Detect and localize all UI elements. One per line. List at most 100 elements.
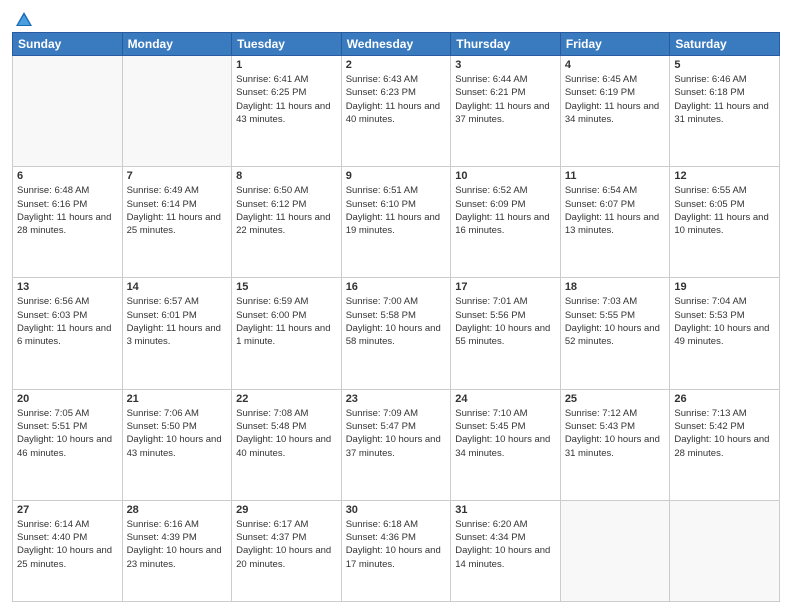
- day-number: 13: [17, 281, 118, 293]
- day-info: Sunrise: 6:14 AM Sunset: 4:40 PM Dayligh…: [17, 518, 118, 571]
- calendar-cell: [560, 500, 670, 601]
- logo: [12, 10, 34, 26]
- weekday-monday: Monday: [122, 33, 232, 56]
- calendar-cell: 2 Sunrise: 6:43 AM Sunset: 6:23 PM Daylig…: [341, 56, 451, 167]
- day-info: Sunrise: 7:12 AM Sunset: 5:43 PM Dayligh…: [565, 407, 666, 460]
- calendar-cell: 24Sunrise: 7:10 AM Sunset: 5:45 PM Dayli…: [451, 389, 561, 500]
- day-number: 17: [455, 281, 556, 293]
- calendar-cell: 19 Sunrise: 7:04 AM Sunset: 5:53 PM Dayli…: [670, 278, 780, 389]
- day-number: 28: [127, 504, 228, 516]
- day-info: Sunrise: 7:10 AM Sunset: 5:45 PM Dayligh…: [455, 407, 556, 460]
- day-number: 3: [455, 59, 556, 71]
- day-info: Sunrise: 6:57 AM Sunset: 6:01 PM Dayligh…: [127, 295, 228, 348]
- day-info: Sunrise: 6:43 AM Sunset: 6:23 PM Dayligh…: [346, 73, 447, 126]
- calendar-cell: 3 Sunrise: 6:44 AM Sunset: 6:21 PM Daylig…: [451, 56, 561, 167]
- day-number: 27: [17, 504, 118, 516]
- day-info: Sunrise: 7:08 AM Sunset: 5:48 PM Dayligh…: [236, 407, 337, 460]
- calendar-table: SundayMondayTuesdayWednesdayThursdayFrid…: [12, 32, 780, 602]
- calendar-cell: 22 Sunrise: 7:08 AM Sunset: 5:48 PM Dayli…: [232, 389, 342, 500]
- day-info: Sunrise: 7:13 AM Sunset: 5:42 PM Dayligh…: [674, 407, 775, 460]
- day-info: Sunrise: 7:09 AM Sunset: 5:47 PM Dayligh…: [346, 407, 447, 460]
- day-number: 21: [127, 393, 228, 405]
- day-info: Sunrise: 7:00 AM Sunset: 5:58 PM Dayligh…: [346, 295, 447, 348]
- calendar-cell: 25Sunrise: 7:12 AM Sunset: 5:43 PM Dayli…: [560, 389, 670, 500]
- calendar-cell: 10 Sunrise: 6:52 AM Sunset: 6:09 PM Dayli…: [451, 167, 561, 278]
- day-number: 26: [674, 393, 775, 405]
- calendar-cell: 8Sunrise: 6:50 AM Sunset: 6:12 PM Daylig…: [232, 167, 342, 278]
- day-info: Sunrise: 6:44 AM Sunset: 6:21 PM Dayligh…: [455, 73, 556, 126]
- day-info: Sunrise: 7:04 AM Sunset: 5:53 PM Dayligh…: [674, 295, 775, 348]
- week-row-4: 20 Sunrise: 7:05 AM Sunset: 5:51 PM Dayli…: [13, 389, 780, 500]
- weekday-friday: Friday: [560, 33, 670, 56]
- day-info: Sunrise: 6:45 AM Sunset: 6:19 PM Dayligh…: [565, 73, 666, 126]
- day-number: 4: [565, 59, 666, 71]
- day-number: 19: [674, 281, 775, 293]
- day-number: 30: [346, 504, 447, 516]
- day-number: 1: [236, 59, 337, 71]
- day-number: 22: [236, 393, 337, 405]
- day-number: 16: [346, 281, 447, 293]
- calendar-cell: 20 Sunrise: 7:05 AM Sunset: 5:51 PM Dayli…: [13, 389, 123, 500]
- day-info: Sunrise: 6:56 AM Sunset: 6:03 PM Dayligh…: [17, 295, 118, 348]
- calendar-cell: 18Sunrise: 7:03 AM Sunset: 5:55 PM Dayli…: [560, 278, 670, 389]
- calendar-cell: 23 Sunrise: 7:09 AM Sunset: 5:47 PM Dayli…: [341, 389, 451, 500]
- day-number: 15: [236, 281, 337, 293]
- day-number: 9: [346, 170, 447, 182]
- calendar-cell: 29 Sunrise: 6:17 AM Sunset: 4:37 PM Dayli…: [232, 500, 342, 601]
- calendar-cell: [13, 56, 123, 167]
- day-info: Sunrise: 6:55 AM Sunset: 6:05 PM Dayligh…: [674, 184, 775, 237]
- calendar-cell: 4 Sunrise: 6:45 AM Sunset: 6:19 PM Daylig…: [560, 56, 670, 167]
- calendar-cell: 5Sunrise: 6:46 AM Sunset: 6:18 PM Daylig…: [670, 56, 780, 167]
- day-number: 7: [127, 170, 228, 182]
- day-info: Sunrise: 6:50 AM Sunset: 6:12 PM Dayligh…: [236, 184, 337, 237]
- day-info: Sunrise: 6:48 AM Sunset: 6:16 PM Dayligh…: [17, 184, 118, 237]
- day-info: Sunrise: 6:18 AM Sunset: 4:36 PM Dayligh…: [346, 518, 447, 571]
- weekday-sunday: Sunday: [13, 33, 123, 56]
- day-number: 10: [455, 170, 556, 182]
- weekday-thursday: Thursday: [451, 33, 561, 56]
- day-info: Sunrise: 6:49 AM Sunset: 6:14 PM Dayligh…: [127, 184, 228, 237]
- calendar-cell: 27 Sunrise: 6:14 AM Sunset: 4:40 PM Dayli…: [13, 500, 123, 601]
- weekday-tuesday: Tuesday: [232, 33, 342, 56]
- week-row-3: 13 Sunrise: 6:56 AM Sunset: 6:03 PM Dayli…: [13, 278, 780, 389]
- day-info: Sunrise: 7:01 AM Sunset: 5:56 PM Dayligh…: [455, 295, 556, 348]
- week-row-1: 1Sunrise: 6:41 AM Sunset: 6:25 PM Daylig…: [13, 56, 780, 167]
- day-info: Sunrise: 7:06 AM Sunset: 5:50 PM Dayligh…: [127, 407, 228, 460]
- calendar-cell: 12 Sunrise: 6:55 AM Sunset: 6:05 PM Dayli…: [670, 167, 780, 278]
- day-info: Sunrise: 6:51 AM Sunset: 6:10 PM Dayligh…: [346, 184, 447, 237]
- week-row-2: 6Sunrise: 6:48 AM Sunset: 6:16 PM Daylig…: [13, 167, 780, 278]
- weekday-header-row: SundayMondayTuesdayWednesdayThursdayFrid…: [13, 33, 780, 56]
- day-info: Sunrise: 6:54 AM Sunset: 6:07 PM Dayligh…: [565, 184, 666, 237]
- calendar-cell: 14 Sunrise: 6:57 AM Sunset: 6:01 PM Dayli…: [122, 278, 232, 389]
- day-number: 18: [565, 281, 666, 293]
- calendar-cell: 1Sunrise: 6:41 AM Sunset: 6:25 PM Daylig…: [232, 56, 342, 167]
- day-number: 20: [17, 393, 118, 405]
- header: [12, 10, 780, 26]
- calendar-cell: 16 Sunrise: 7:00 AM Sunset: 5:58 PM Dayli…: [341, 278, 451, 389]
- day-info: Sunrise: 6:17 AM Sunset: 4:37 PM Dayligh…: [236, 518, 337, 571]
- calendar-cell: 31 Sunrise: 6:20 AM Sunset: 4:34 PM Dayli…: [451, 500, 561, 601]
- day-number: 12: [674, 170, 775, 182]
- calendar-cell: 21 Sunrise: 7:06 AM Sunset: 5:50 PM Dayli…: [122, 389, 232, 500]
- day-number: 31: [455, 504, 556, 516]
- calendar-cell: 11 Sunrise: 6:54 AM Sunset: 6:07 PM Dayli…: [560, 167, 670, 278]
- calendar-cell: 15 Sunrise: 6:59 AM Sunset: 6:00 PM Dayli…: [232, 278, 342, 389]
- day-number: 2: [346, 59, 447, 71]
- calendar-cell: 7 Sunrise: 6:49 AM Sunset: 6:14 PM Daylig…: [122, 167, 232, 278]
- day-info: Sunrise: 6:52 AM Sunset: 6:09 PM Dayligh…: [455, 184, 556, 237]
- day-info: Sunrise: 6:46 AM Sunset: 6:18 PM Dayligh…: [674, 73, 775, 126]
- day-info: Sunrise: 6:59 AM Sunset: 6:00 PM Dayligh…: [236, 295, 337, 348]
- page: SundayMondayTuesdayWednesdayThursdayFrid…: [0, 0, 792, 612]
- calendar-cell: 26 Sunrise: 7:13 AM Sunset: 5:42 PM Dayli…: [670, 389, 780, 500]
- day-info: Sunrise: 7:05 AM Sunset: 5:51 PM Dayligh…: [17, 407, 118, 460]
- calendar-cell: 17 Sunrise: 7:01 AM Sunset: 5:56 PM Dayli…: [451, 278, 561, 389]
- weekday-wednesday: Wednesday: [341, 33, 451, 56]
- week-row-5: 27 Sunrise: 6:14 AM Sunset: 4:40 PM Dayli…: [13, 500, 780, 601]
- calendar-cell: 9 Sunrise: 6:51 AM Sunset: 6:10 PM Daylig…: [341, 167, 451, 278]
- day-number: 14: [127, 281, 228, 293]
- calendar-cell: 6Sunrise: 6:48 AM Sunset: 6:16 PM Daylig…: [13, 167, 123, 278]
- day-number: 23: [346, 393, 447, 405]
- day-number: 29: [236, 504, 337, 516]
- day-number: 11: [565, 170, 666, 182]
- day-info: Sunrise: 6:20 AM Sunset: 4:34 PM Dayligh…: [455, 518, 556, 571]
